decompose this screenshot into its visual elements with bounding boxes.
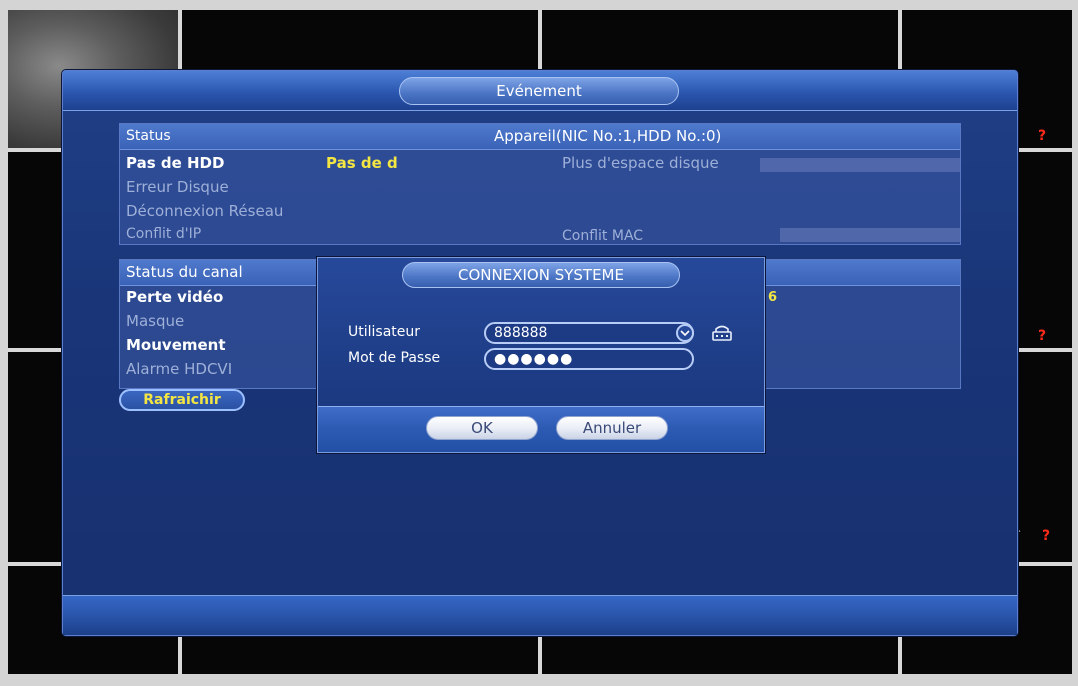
channel-number-label: 6	[768, 290, 778, 305]
event-window: Evénement Status Appareil(NIC No.:1,HDD …	[62, 70, 1018, 636]
device-info-label: Appareil(NIC No.:1,HDD No.:0)	[494, 127, 722, 145]
username-label: Utilisateur	[348, 324, 421, 340]
status-header-label: Status	[126, 128, 171, 144]
chevron-down-icon	[680, 330, 690, 337]
no-signal-question-icon: ?	[1038, 328, 1047, 344]
refresh-button[interactable]: Rafraichir	[119, 389, 245, 411]
no-hdd-value: Pas de d	[326, 154, 398, 172]
cancel-button[interactable]: Annuler	[556, 416, 668, 440]
no-hdd-label: Pas de HDD	[126, 154, 225, 172]
password-field[interactable]: ●●●●●●	[484, 348, 694, 370]
mac-conflict-label: Conflit MAC	[562, 228, 644, 244]
device-status-header: Status Appareil(NIC No.:1,HDD No.:0)	[120, 124, 960, 150]
channel-status-label: Status du canal	[126, 263, 243, 281]
login-dialog-title: CONNEXION SYSTEME	[402, 262, 680, 288]
no-signal-question-icon: ?	[1042, 528, 1051, 544]
motion-label: Mouvement	[126, 336, 226, 354]
password-label: Mot de Passe	[348, 350, 441, 366]
video-loss-label: Perte vidéo	[126, 288, 224, 306]
title-bar: Evénement	[63, 71, 1017, 111]
bottom-bar	[63, 595, 1017, 635]
username-field[interactable]: 888888	[484, 322, 694, 344]
user-dropdown-button[interactable]	[676, 324, 694, 342]
mask-label: Masque	[126, 312, 185, 330]
network-disconnect-label: Déconnexion Réseau	[126, 202, 284, 220]
row-highlight	[760, 158, 960, 172]
window-title: Evénement	[399, 77, 679, 105]
no-signal-question-icon: ?	[1038, 128, 1047, 144]
row-highlight	[780, 228, 960, 242]
disk-full-label: Plus d'espace disque	[562, 154, 719, 172]
device-status-panel: Status Appareil(NIC No.:1,HDD No.:0) Pas…	[119, 123, 961, 245]
ip-conflict-label: Conflit d'IP	[126, 226, 202, 242]
ok-button[interactable]: OK	[426, 416, 538, 440]
disk-error-label: Erreur Disque	[126, 178, 229, 196]
keyboard-icon[interactable]	[711, 324, 733, 342]
login-dialog-footer	[318, 406, 764, 452]
login-dialog: CONNEXION SYSTEME Utilisateur 888888 Mot…	[317, 257, 765, 453]
hdcvi-alarm-label: Alarme HDCVI	[126, 360, 233, 378]
